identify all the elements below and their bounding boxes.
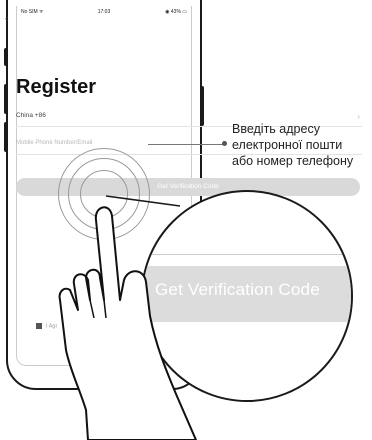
pointing-hand-icon [58,206,197,440]
